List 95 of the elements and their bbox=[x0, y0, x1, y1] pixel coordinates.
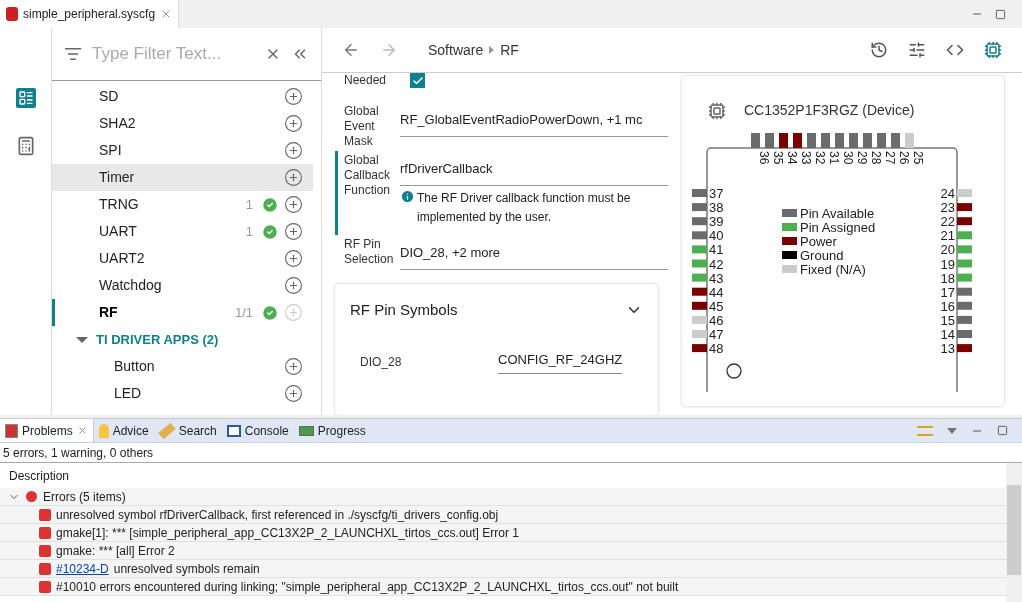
info-text: The RF Driver callback function must be implemented by the user. bbox=[417, 190, 632, 226]
chip-icon bbox=[708, 101, 726, 120]
column-header[interactable]: Description bbox=[0, 466, 70, 485]
module-label: TRNG bbox=[99, 195, 139, 214]
problems-icon bbox=[5, 423, 18, 438]
module-label: SPI bbox=[99, 141, 122, 160]
editor-tab[interactable]: simple_peripheral.syscfg bbox=[0, 0, 180, 28]
module-item[interactable]: SHA2 bbox=[52, 110, 313, 137]
view-tab[interactable]: Problems bbox=[0, 419, 94, 442]
instance-count: 1 bbox=[245, 195, 253, 214]
monitor-icon bbox=[226, 424, 241, 437]
category-label: TI DRIVER APPS (2) bbox=[96, 330, 219, 349]
module-item[interactable]: UART 1 bbox=[52, 218, 313, 245]
add-icon[interactable] bbox=[284, 249, 303, 268]
pin-name: DIO_28 bbox=[360, 353, 403, 371]
add-icon[interactable] bbox=[284, 384, 303, 403]
module-label: UART2 bbox=[99, 249, 145, 268]
error-marker-icon bbox=[39, 526, 51, 539]
error-marker-icon bbox=[39, 580, 51, 593]
module-item[interactable]: UART2 bbox=[52, 245, 313, 272]
back-icon[interactable] bbox=[342, 41, 360, 59]
module-label: SHA2 bbox=[99, 114, 136, 133]
add-icon[interactable] bbox=[284, 87, 303, 106]
add-icon[interactable] bbox=[284, 276, 303, 295]
add-icon[interactable] bbox=[284, 222, 303, 241]
problems-summary: 5 errors, 1 warning, 0 others bbox=[0, 443, 1022, 463]
history-icon[interactable] bbox=[870, 41, 888, 59]
view-tab[interactable]: Advice bbox=[93, 419, 154, 442]
module-label: UART bbox=[99, 222, 137, 241]
error-message: unresolved symbol rfDriverCallback, first referenced in ./syscfg/ti_drivers_config.obj bbox=[56, 506, 499, 524]
module-item[interactable]: LED bbox=[52, 380, 313, 407]
selection-bar bbox=[52, 299, 55, 326]
error-marker-icon bbox=[39, 508, 51, 521]
add-icon[interactable] bbox=[284, 357, 303, 376]
module-item[interactable]: SD bbox=[52, 83, 313, 110]
module-label: Watchdog bbox=[99, 276, 162, 295]
progress-icon bbox=[298, 425, 314, 436]
module-label: Button bbox=[114, 357, 155, 376]
scrollbar[interactable] bbox=[1006, 463, 1022, 602]
filter-field[interactable]: Type Filter Text... bbox=[92, 41, 255, 67]
error-marker-icon bbox=[39, 544, 51, 557]
module-item[interactable]: SPI bbox=[52, 137, 313, 164]
lightbulb-icon bbox=[98, 423, 109, 438]
close-icon[interactable] bbox=[76, 425, 88, 436]
device-title: CC1352P1F3RGZ (Device) bbox=[744, 101, 915, 120]
module-label: LED bbox=[114, 384, 142, 403]
view-menu-icon[interactable] bbox=[947, 427, 957, 434]
error-group-row[interactable]: Errors (5 items) bbox=[0, 488, 1006, 506]
error-marker-icon bbox=[39, 562, 51, 575]
breadcrumb-item[interactable]: Software bbox=[428, 39, 484, 61]
field-label: RF Pin Selection bbox=[343, 237, 395, 268]
error-message: gmake[1]: *** [simple_peripheral_app_CC13X2P_2_LAUNCHXL_tirtos_ccs.out] Error 1 bbox=[56, 524, 519, 542]
module-label: RF bbox=[99, 303, 118, 322]
breadcrumb-item[interactable]: RF bbox=[500, 39, 519, 61]
card-title: RF Pin Symbols bbox=[350, 299, 458, 320]
text-field[interactable]: DIO_28, +2 more bbox=[400, 237, 668, 270]
sliders-icon[interactable] bbox=[908, 41, 926, 59]
category-header[interactable]: TI DRIVER APPS (2) bbox=[52, 326, 313, 353]
maximize-icon[interactable] bbox=[997, 425, 1008, 436]
add-icon[interactable] bbox=[284, 114, 303, 133]
view-tab[interactable]: Progress bbox=[293, 419, 371, 442]
module-item[interactable]: Timer bbox=[52, 164, 313, 191]
editor-tab-title: simple_peripheral.syscfg bbox=[23, 6, 156, 23]
maximize-icon[interactable] bbox=[995, 8, 1006, 20]
add-icon[interactable] bbox=[284, 168, 303, 187]
text-field[interactable]: RF_GlobalEventRadioPowerDown, +1 mc bbox=[400, 104, 668, 137]
chip-icon[interactable] bbox=[984, 41, 1002, 59]
list-view-icon[interactable] bbox=[15, 88, 36, 108]
instance-count: 1/1 bbox=[234, 303, 253, 322]
error-icon bbox=[26, 491, 37, 502]
symbol-field[interactable]: CONFIG_RF_24GHZ bbox=[498, 350, 623, 374]
view-tab[interactable]: Console bbox=[221, 419, 294, 442]
breadcrumb-separator-icon bbox=[489, 46, 495, 54]
checkbox[interactable] bbox=[410, 73, 425, 88]
module-item[interactable]: RF 1/1 bbox=[52, 299, 313, 326]
instance-count: 1 bbox=[245, 222, 253, 241]
module-item[interactable]: Watchdog bbox=[52, 272, 313, 299]
error-message: #10010 errors encountered during linking; "simple_peripheral_app_CC13X2P_2_LAUNCHXL_tirtos_ccs.out" not built bbox=[56, 578, 679, 596]
module-item[interactable]: TRNG 1 bbox=[52, 191, 313, 218]
module-label: Timer bbox=[99, 168, 135, 187]
field-label: Global Callback Function bbox=[343, 153, 392, 199]
error-message: unresolved symbols remain bbox=[113, 560, 260, 578]
error-code-link[interactable]: #10234-D bbox=[56, 559, 109, 578]
module-item[interactable]: Button bbox=[52, 353, 313, 380]
add-icon[interactable] bbox=[284, 195, 303, 214]
text-field[interactable]: rfDriverCallback bbox=[400, 153, 668, 186]
caret-icon bbox=[76, 336, 88, 343]
error-message: gmake: *** [all] Error 2 bbox=[56, 542, 175, 560]
filter-icon bbox=[64, 45, 82, 63]
field-label: Needed bbox=[343, 73, 388, 88]
add-icon[interactable] bbox=[284, 141, 303, 160]
module-label: SD bbox=[99, 87, 119, 106]
field-label: Global Event Mask bbox=[343, 104, 380, 149]
view-tab[interactable]: Search bbox=[153, 419, 222, 442]
info-icon bbox=[400, 189, 415, 204]
